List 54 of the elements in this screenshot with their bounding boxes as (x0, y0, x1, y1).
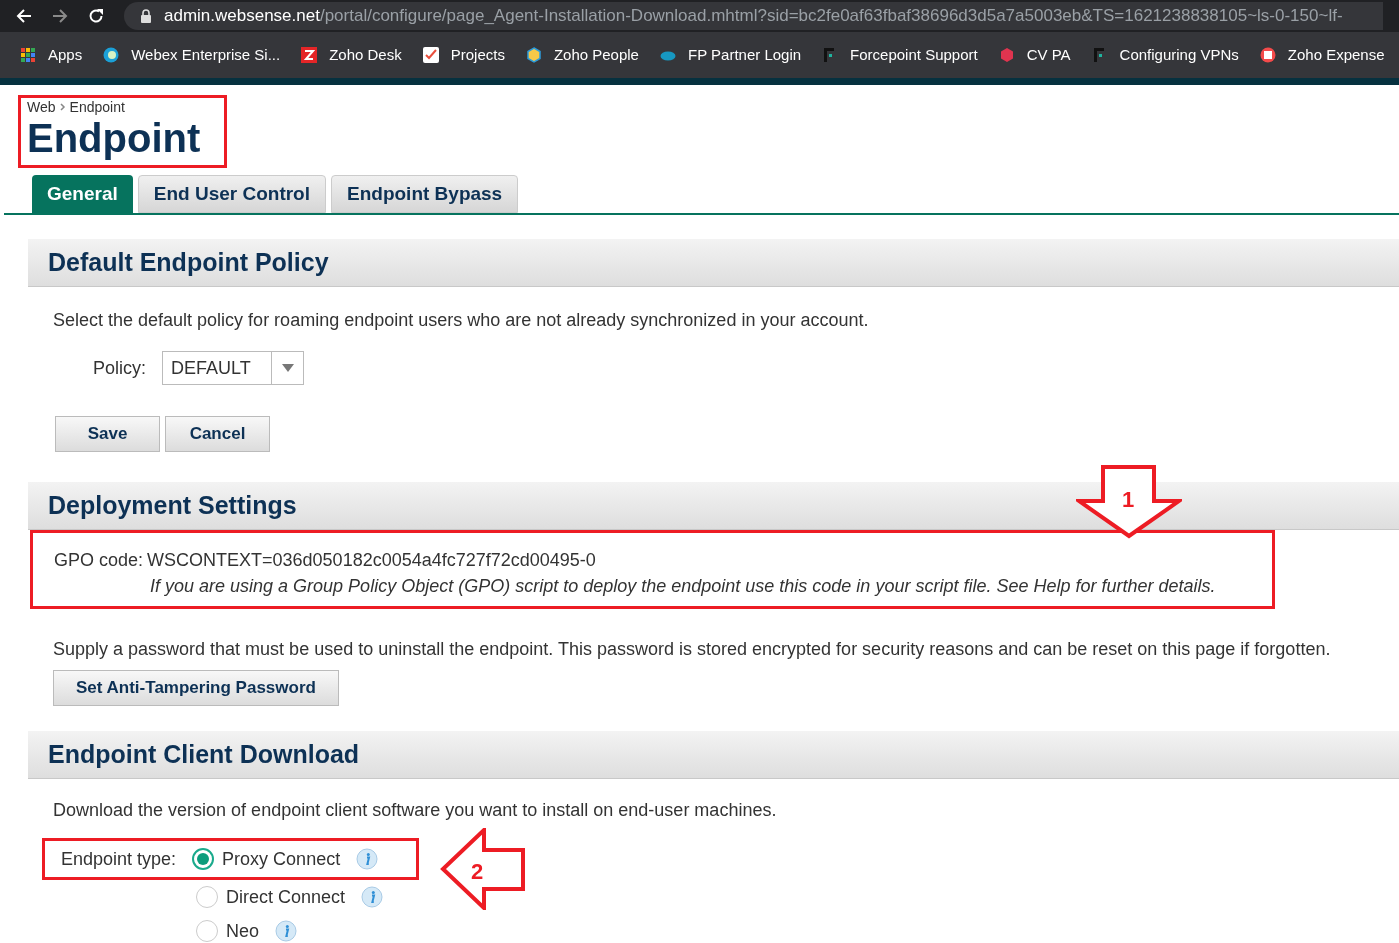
info-icon[interactable] (356, 848, 379, 870)
info-icon[interactable] (361, 886, 384, 908)
radio-button[interactable] (192, 848, 215, 870)
bookmark-link[interactable]: Forcepoint Support (850, 43, 978, 67)
tab[interactable]: Endpoint Bypass (331, 175, 519, 213)
section-header: Endpoint Client Download (28, 731, 1399, 779)
reload-icon[interactable] (88, 8, 104, 24)
action-button[interactable]: Save (55, 416, 160, 452)
section-header: Default Endpoint Policy (28, 239, 1399, 287)
bookmark-link[interactable]: Webex Enterprise Si... (131, 43, 281, 67)
action-button[interactable]: Cancel (165, 416, 270, 452)
password-button[interactable]: Set Anti-Tampering Password (53, 670, 339, 706)
address-bar[interactable]: admin.websense.net/portal/configure/page_Agent-Installation-Download.mhtml?sid=bc2fe0af63fbaf38696d3d5a7a5003eb&TS=1621238838105~ls-0-150~lf- (124, 2, 1383, 30)
bookmark-link[interactable]: CV PA (1026, 43, 1071, 67)
circle-logo-icon (103, 47, 120, 63)
description-text: Supply a password that must be used to uninstall the endpoint. This password is stored encrypted for security reasons and can be reset on this page if forgotten. (53, 638, 1332, 661)
forward-icon[interactable] (52, 8, 68, 24)
radio-label[interactable]: Direct Connect (226, 883, 346, 911)
tab[interactable]: End User Control (137, 175, 326, 213)
bookmark-link[interactable]: FP Partner Login (687, 43, 802, 67)
field-label: Policy: (93, 356, 146, 380)
bookmark-link[interactable]: Zoho Expense (1287, 43, 1385, 67)
policy-dropdown[interactable]: DEFAULT (162, 351, 304, 385)
field-label: GPO code: (54, 549, 144, 572)
bookmark-link[interactable]: Projects (450, 43, 505, 67)
cube-logo-icon (525, 47, 542, 63)
chevron-icon (59, 103, 66, 111)
hexagon-logo-icon (998, 47, 1015, 63)
caret-icon (281, 364, 294, 372)
bookmark-link[interactable]: Zoho Desk (329, 43, 402, 67)
callout-number: 2 (471, 858, 484, 886)
radio-label[interactable]: Neo (226, 917, 260, 943)
bookmark-link[interactable]: Apps (48, 43, 83, 67)
info-icon[interactable] (275, 920, 298, 942)
field-label: Endpoint type: (61, 847, 177, 871)
checklist-icon (422, 47, 439, 63)
radio-label[interactable]: Proxy Connect (222, 845, 341, 873)
description-text: Download the version of endpoint client software you want to install on end-user machines. (53, 799, 778, 822)
z-logo-icon (301, 47, 318, 63)
bookmark-link[interactable]: Configuring VPNs (1119, 43, 1239, 67)
page-title: Endpoint (27, 115, 201, 161)
breadcrumb-link[interactable]: Endpoint (69, 99, 125, 115)
note-text: If you are using a Group Policy Object (GPO) script to deploy the endpoint use this code in your script file. See Help for further details. (149, 575, 1217, 598)
apps-grid-icon (20, 47, 36, 63)
callout-number: 1 (1122, 486, 1135, 514)
tab[interactable]: General (32, 175, 133, 213)
description-text: Select the default policy for roaming endpoint users who are not already synchronized in your account. (53, 309, 870, 332)
gpo-code-text: WSCONTEXT=036d050182c0054a4fc727f72cd00495-0 (147, 549, 596, 572)
bookmark-link[interactable]: Zoho People (553, 43, 639, 67)
receipt-icon (1259, 47, 1276, 63)
lock-icon (140, 8, 152, 24)
back-icon[interactable] (16, 8, 32, 24)
breadcrumb-link[interactable]: Web (27, 99, 56, 115)
url-text: admin.websense.net/portal/configure/page_Agent-Installation-Download.mhtml?sid=bc2fe0af63fbaf38696d3d5a7a5003eb&TS=1621238838105~ls-0-150~lf- (164, 5, 1343, 28)
